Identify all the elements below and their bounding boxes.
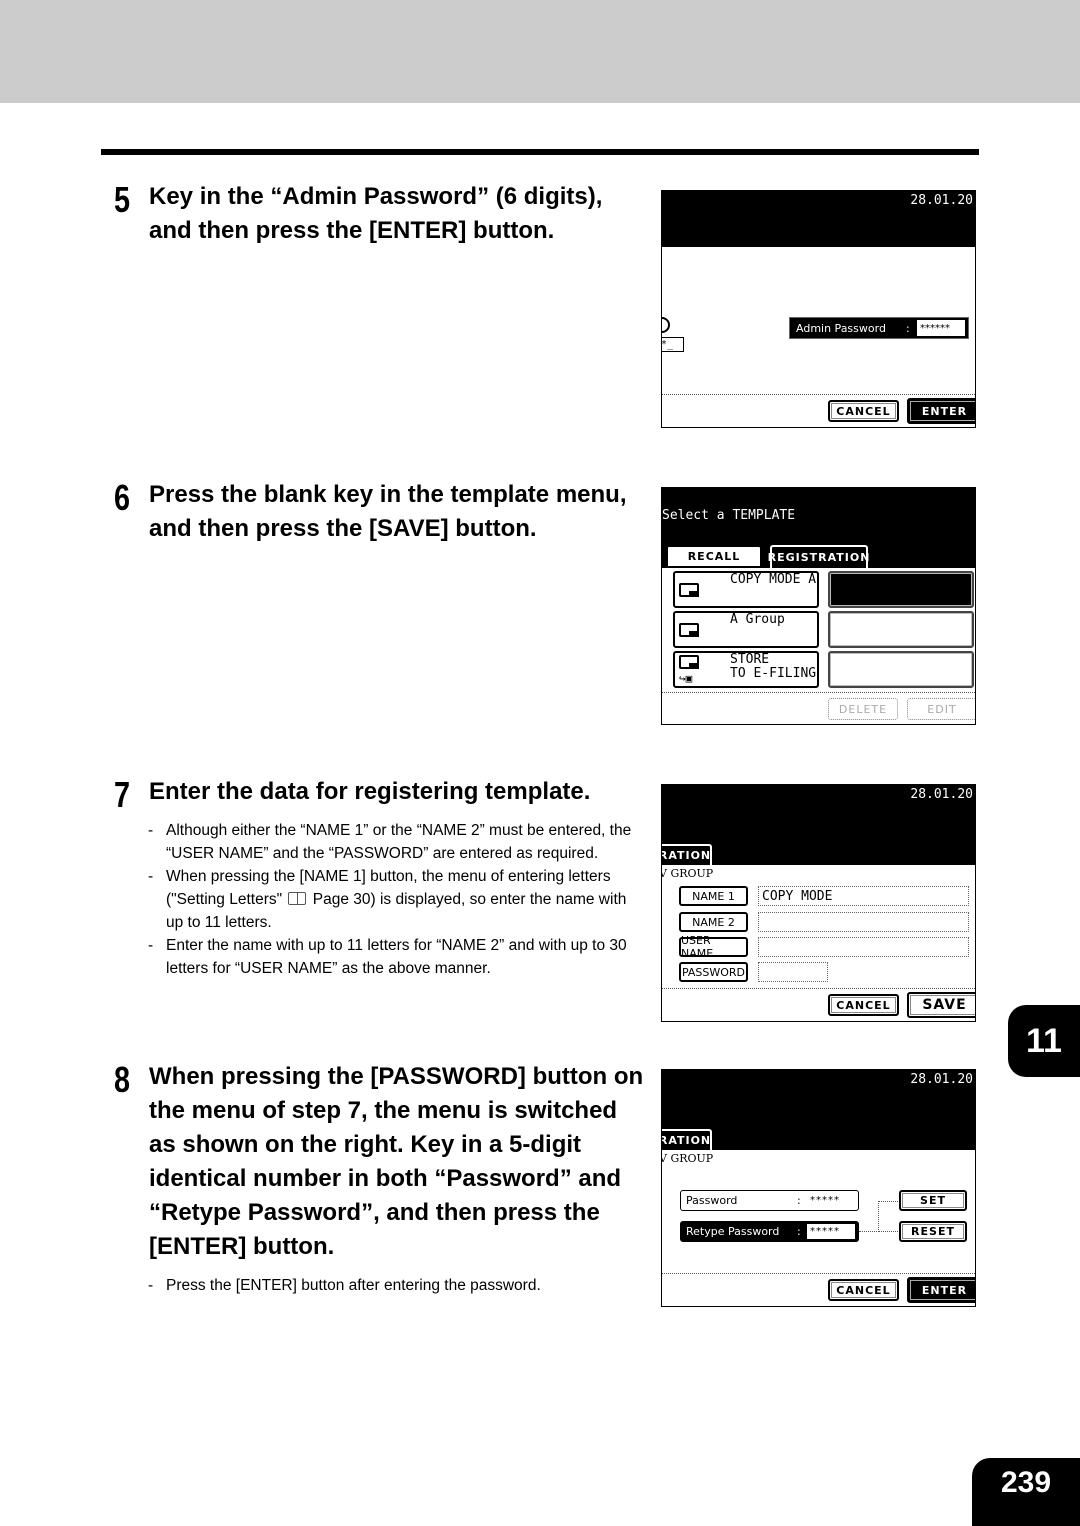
- step-notes: Although either the “NAME 1” or the “NAM…: [148, 819, 644, 980]
- divider: [662, 394, 975, 395]
- note: When pressing the [NAME 1] button, the m…: [148, 865, 644, 934]
- name1-button[interactable]: NAME 1: [679, 886, 748, 906]
- tab-registration[interactable]: RATION: [662, 1129, 712, 1150]
- step-number: 8: [114, 1059, 131, 1100]
- save-button[interactable]: SAVE: [907, 992, 975, 1018]
- template-a-group[interactable]: A Group: [673, 611, 819, 648]
- template-icon: [679, 623, 699, 637]
- divider: [662, 692, 975, 693]
- name2-button[interactable]: NAME 2: [679, 912, 748, 932]
- cancel-button[interactable]: CANCEL: [828, 994, 899, 1016]
- set-button[interactable]: SET: [899, 1190, 967, 1211]
- connector-line: [859, 1231, 879, 1232]
- divider: [662, 1273, 975, 1274]
- admin-password-field[interactable]: Admin Password : ******: [789, 317, 969, 339]
- step-8: 8 When pressing the [PASSWORD] button on…: [114, 1059, 644, 1298]
- delete-button[interactable]: DELETE: [828, 698, 898, 720]
- tab-registration[interactable]: RATION: [662, 844, 712, 865]
- efiling-icon: ↪▣: [679, 672, 693, 685]
- keypad-icon: [662, 317, 670, 333]
- step-6: 6 Press the blank key in the template me…: [114, 478, 644, 546]
- step-title: When pressing the [PASSWORD] button on t…: [149, 1063, 644, 1260]
- step-number: 7: [114, 774, 131, 815]
- step-number: 6: [114, 477, 131, 518]
- note: Press the [ENTER] button after entering …: [148, 1274, 644, 1297]
- step-5: 5 Key in the “Admin Password” (6 digits)…: [114, 180, 644, 248]
- book-icon: [288, 892, 307, 905]
- name1-field[interactable]: COPY MODE: [758, 886, 969, 906]
- screen-header: 28.01.20: [662, 191, 975, 247]
- admin-password-screen: 28.01.20 *_ Admin Password : ****** CANC…: [661, 190, 976, 428]
- template-icon: [679, 655, 699, 669]
- section-rule: [101, 149, 979, 155]
- template-store-to-efiling[interactable]: ↪▣ STORE TO E-FILING: [673, 651, 819, 688]
- password-label: Password: [686, 1194, 738, 1207]
- password-input[interactable]: Password : *****: [680, 1190, 859, 1211]
- retype-value: *****: [807, 1224, 855, 1239]
- user-name-field[interactable]: [758, 937, 969, 957]
- template-register-screen: 28.01.20 RATION V GROUP NAME 1 COPY MODE…: [661, 784, 976, 1022]
- template-label: STORE TO E-FILING: [730, 652, 817, 681]
- date-display: 28.01.20: [910, 193, 973, 208]
- step-number: 5: [114, 179, 131, 220]
- template-blank[interactable]: [828, 651, 974, 688]
- date-display: 28.01.20: [910, 787, 973, 802]
- group-label: V GROUP: [661, 867, 714, 880]
- chapter-tab: 11: [1008, 1005, 1080, 1077]
- step-title: Enter the data for registering template.: [149, 778, 591, 805]
- step-notes: Press the [ENTER] button after entering …: [148, 1274, 644, 1297]
- field-label: Admin Password: [796, 321, 886, 335]
- enter-button[interactable]: ENTER: [907, 398, 975, 424]
- page-number: 239: [972, 1458, 1080, 1526]
- name2-field[interactable]: [758, 912, 969, 932]
- template-copy-mode-a[interactable]: COPY MODE A: [673, 571, 819, 608]
- template-label: COPY MODE A: [730, 572, 817, 587]
- note: Although either the “NAME 1” or the “NAM…: [148, 819, 644, 865]
- template-blank-selected[interactable]: [828, 571, 974, 608]
- note: Enter the name with up to 11 letters for…: [148, 934, 644, 980]
- password-field[interactable]: [758, 962, 828, 982]
- step-7: 7 Enter the data for registering templat…: [114, 775, 644, 980]
- reset-button[interactable]: RESET: [899, 1221, 967, 1242]
- retype-label: Retype Password: [686, 1225, 780, 1238]
- template-icon: [679, 583, 699, 597]
- date-display: 28.01.20: [910, 1072, 973, 1087]
- password-button[interactable]: PASSWORD: [679, 962, 748, 982]
- tab-recall[interactable]: RECALL: [666, 545, 762, 566]
- tab-registration[interactable]: REGISTRATION: [768, 545, 869, 568]
- user-name-button[interactable]: USER NAME: [679, 934, 748, 960]
- key-hint: *_: [662, 337, 684, 352]
- enter-button[interactable]: ENTER: [907, 1277, 975, 1303]
- template-label: A Group: [730, 612, 785, 627]
- template-blank[interactable]: [828, 611, 974, 648]
- field-separator: :: [906, 321, 910, 335]
- step-title: Key in the “Admin Password” (6 digits), …: [149, 183, 603, 244]
- group-label: V GROUP: [661, 1152, 714, 1165]
- header-band: [0, 0, 1080, 103]
- cancel-button[interactable]: CANCEL: [828, 400, 899, 422]
- screen-title: Select a TEMPLATE: [662, 508, 796, 523]
- password-value: *****: [810, 1195, 840, 1206]
- template-select-screen: Select a TEMPLATE RECALL REGISTRATION CO…: [661, 487, 976, 725]
- field-value: ******: [917, 320, 965, 336]
- edit-button[interactable]: EDIT: [907, 698, 975, 720]
- divider: [662, 988, 975, 989]
- connector-bracket: [878, 1201, 900, 1232]
- password-screen: 28.01.20 RATION V GROUP Password : *****…: [661, 1069, 976, 1307]
- separator: :: [797, 1225, 801, 1238]
- retype-password-input[interactable]: Retype Password : *****: [680, 1221, 859, 1242]
- separator: :: [797, 1194, 801, 1207]
- cancel-button[interactable]: CANCEL: [828, 1279, 899, 1301]
- step-title: Press the blank key in the template menu…: [149, 481, 627, 542]
